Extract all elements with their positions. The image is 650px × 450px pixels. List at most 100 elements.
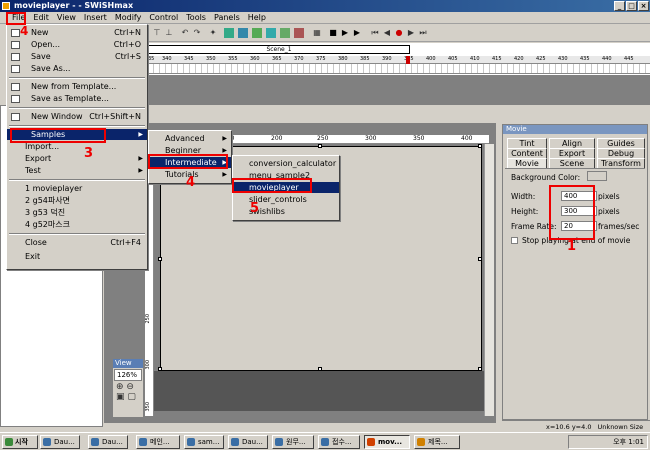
- move-icon[interactable]: [238, 28, 248, 38]
- redo-icon[interactable]: ↷: [192, 28, 202, 38]
- menu-item-save-as-template[interactable]: Save as Template...: [7, 93, 147, 104]
- ruler-label: 390: [382, 56, 392, 62]
- stop-icon[interactable]: ■: [328, 28, 338, 38]
- add-effect-icon[interactable]: ▦: [312, 28, 322, 38]
- app-icon: [2, 2, 10, 10]
- align-icon[interactable]: ⊤: [152, 28, 162, 38]
- menu-shortcut: Ctrl+O: [113, 40, 141, 49]
- taskbar-item-active[interactable]: mov...: [364, 435, 410, 449]
- step-forward-icon[interactable]: ▶: [406, 28, 416, 38]
- tab-tint[interactable]: Tint: [507, 138, 547, 148]
- fast-forward-icon[interactable]: ⏭: [418, 28, 428, 38]
- close-button[interactable]: ×: [638, 1, 649, 11]
- rewind-icon[interactable]: ⏮: [370, 28, 380, 38]
- slide-icon[interactable]: [266, 28, 276, 38]
- tab-content[interactable]: Content: [507, 148, 547, 158]
- undo-icon[interactable]: ↶: [180, 28, 190, 38]
- menu-edit[interactable]: Edit: [29, 12, 53, 24]
- view-panel-title: View: [113, 359, 143, 368]
- timeline-frames[interactable]: [148, 64, 650, 74]
- align-bottom-icon[interactable]: ⊥: [164, 28, 174, 38]
- play-icon[interactable]: ▶: [340, 28, 350, 38]
- new-icon: [11, 29, 20, 37]
- taskbar-item[interactable]: 원무...: [272, 435, 314, 449]
- zoom-select[interactable]: 126%: [114, 369, 142, 381]
- taskbar-item[interactable]: sam...: [184, 435, 224, 449]
- menu-bar: File Edit View Insert Modify Control Tools Pane…: [0, 12, 650, 24]
- timeline[interactable]: Scene_1 35 340 345 350 355 360 365 370 3…: [148, 43, 650, 105]
- menu-help[interactable]: Help: [244, 12, 270, 24]
- menu-item-open[interactable]: Open... Ctrl+O: [7, 39, 147, 50]
- ruler-label: 360: [250, 56, 260, 62]
- taskbar-item[interactable]: Dau...: [40, 435, 80, 449]
- menu-item-recent-1[interactable]: 1 movieplayer: [7, 183, 147, 194]
- resize-handle[interactable]: [318, 144, 322, 148]
- menu-control[interactable]: Control: [145, 12, 182, 24]
- minimize-button[interactable]: _: [614, 1, 625, 11]
- zoom-tools-icon[interactable]: ⊕ ⊖: [113, 382, 143, 392]
- menu-item-new-window[interactable]: New Window Ctrl+Shift+N: [7, 111, 147, 122]
- taskbar-item-label: 원무...: [286, 438, 306, 446]
- tab-transform[interactable]: Transform: [597, 158, 645, 168]
- fit-view-icon[interactable]: ▣ ▢: [113, 392, 143, 402]
- menu-tools[interactable]: Tools: [182, 12, 210, 24]
- ruler-label: 300: [365, 135, 377, 142]
- menu-separator: [9, 77, 145, 79]
- menu-modify[interactable]: Modify: [111, 12, 146, 24]
- tab-debug[interactable]: Debug: [597, 148, 645, 158]
- menu-item-exit[interactable]: Exit: [7, 251, 147, 262]
- fade-icon[interactable]: [224, 28, 234, 38]
- menu-item-conversion-calculator[interactable]: conversion_calculator: [233, 158, 339, 169]
- open-icon: [11, 41, 20, 49]
- taskbar-item[interactable]: 메인...: [136, 435, 180, 449]
- annotation-number: 4: [186, 175, 196, 190]
- stop-checkbox[interactable]: [511, 237, 518, 244]
- tab-movie[interactable]: Movie: [507, 158, 547, 168]
- playhead-marker[interactable]: [406, 56, 410, 64]
- transform-icon[interactable]: [294, 28, 304, 38]
- maximize-button[interactable]: □: [626, 1, 637, 11]
- taskbar-item[interactable]: Dau...: [228, 435, 268, 449]
- tab-guides[interactable]: Guides: [597, 138, 645, 148]
- width-unit: pixels: [598, 192, 620, 201]
- play-scene-icon[interactable]: ▶: [352, 28, 362, 38]
- tab-scene[interactable]: Scene: [549, 158, 595, 168]
- background-color-swatch[interactable]: [587, 171, 607, 181]
- taskbar-item[interactable]: Dau...: [88, 435, 128, 449]
- menu-item-close[interactable]: Close Ctrl+F4: [7, 237, 147, 248]
- menu-item-export[interactable]: Export ▶: [7, 153, 147, 164]
- taskbar-item[interactable]: 제목...: [414, 435, 460, 449]
- menu-item-recent-3[interactable]: 3 g53 덕진: [7, 207, 147, 218]
- step-back-icon[interactable]: ◀: [382, 28, 392, 38]
- start-button[interactable]: 시작: [2, 435, 38, 449]
- menu-insert[interactable]: Insert: [80, 12, 111, 24]
- resize-handle[interactable]: [478, 144, 482, 148]
- menu-shortcut: Ctrl+F4: [110, 238, 141, 247]
- windows-logo-icon: [5, 438, 13, 446]
- taskbar-item[interactable]: 접수...: [318, 435, 360, 449]
- menu-item-slider-controls[interactable]: slider_controls: [233, 194, 339, 205]
- record-icon[interactable]: ●: [394, 28, 404, 38]
- clock[interactable]: 오후 1:01: [613, 438, 644, 446]
- height-unit: pixels: [598, 207, 620, 216]
- menu-view[interactable]: View: [53, 12, 80, 24]
- effect-icon[interactable]: ✦: [208, 28, 218, 38]
- menu-item-swishlibs[interactable]: swishlibs: [233, 206, 339, 217]
- zoom-icon[interactable]: [252, 28, 262, 38]
- taskbar-item-label: Dau...: [242, 438, 263, 446]
- menu-panels[interactable]: Panels: [210, 12, 244, 24]
- menu-item-label: Import...: [25, 142, 60, 151]
- resize-handle[interactable]: [158, 257, 162, 261]
- menu-item-recent-2[interactable]: 2 g54파사면: [7, 195, 147, 206]
- blur-icon[interactable]: [280, 28, 290, 38]
- tab-export[interactable]: Export: [549, 148, 595, 158]
- menu-item-save-as[interactable]: Save As...: [7, 63, 147, 74]
- stage-vertical-scrollbar[interactable]: [484, 144, 494, 416]
- menu-item-test[interactable]: Test ▶: [7, 165, 147, 176]
- menu-item-new-from-template[interactable]: New from Template...: [7, 81, 147, 92]
- menu-item-save[interactable]: Save Ctrl+S: [7, 51, 147, 62]
- menu-item-advanced[interactable]: Advanced ▶: [149, 133, 231, 144]
- tab-align[interactable]: Align: [549, 138, 595, 148]
- menu-item-recent-4[interactable]: 4 g52마스크: [7, 219, 147, 230]
- resize-handle[interactable]: [478, 257, 482, 261]
